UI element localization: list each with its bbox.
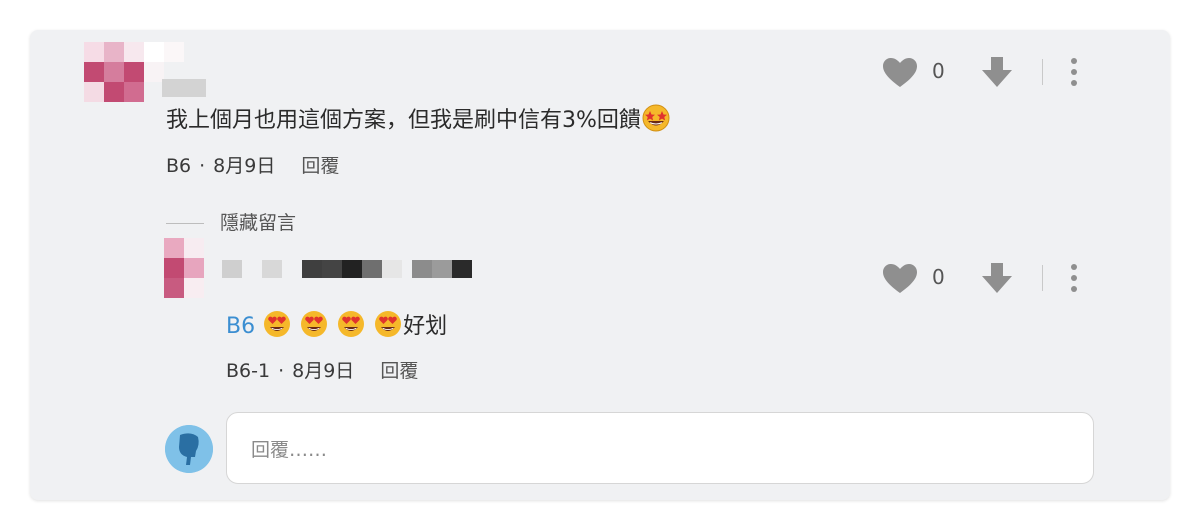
username-redacted[interactable] (222, 260, 482, 278)
mention-link[interactable]: B6 (226, 314, 255, 339)
comment-actions: 0 (882, 55, 1092, 91)
reply-actions: 0 (882, 261, 1092, 297)
comment-thread: 我上個月也用這個方案，但我是刷中信有3%回饋 B6 · 8月9日 回覆 0 隱藏留言 (30, 30, 1170, 500)
current-user-avatar[interactable] (165, 425, 213, 473)
more-vertical-icon[interactable] (1068, 57, 1080, 87)
reply-body: B6 好划 (226, 308, 447, 340)
floor-label: B6-1 (226, 360, 271, 382)
reply-meta: B6-1 · 8月9日 回覆 (226, 356, 418, 383)
comment-body: 我上個月也用這個方案，但我是刷中信有3%回饋 (166, 102, 671, 134)
hidden-comments-label: 隱藏留言 (220, 212, 297, 234)
heart-eyes-emoji (301, 311, 328, 337)
more-vertical-icon[interactable] (1068, 263, 1080, 293)
heart-icon[interactable] (882, 57, 918, 89)
reply-link[interactable]: 回覆 (301, 155, 339, 177)
actions-divider (1042, 59, 1043, 85)
arrow-down-icon[interactable] (980, 55, 1014, 89)
reply-input[interactable]: 回覆…… (226, 412, 1094, 484)
star-struck-emoji (642, 104, 670, 132)
comment-meta: B6 · 8月9日 回覆 (166, 151, 339, 178)
like-count: 0 (932, 265, 945, 289)
avatar[interactable] (164, 238, 224, 302)
toggle-line (166, 223, 204, 224)
reply-input-placeholder: 回覆…… (251, 439, 328, 461)
reply-date: 8月9日 (292, 360, 355, 382)
separator-dot: · (199, 155, 206, 177)
like-count: 0 (932, 59, 945, 83)
arrow-down-icon[interactable] (980, 261, 1014, 295)
reply-link[interactable]: 回覆 (380, 360, 418, 382)
heart-icon[interactable] (882, 263, 918, 295)
comment-text: 我上個月也用這個方案，但我是刷中信有3%回饋 (166, 108, 641, 133)
user-silhouette-icon (165, 425, 213, 473)
reply-text: 好划 (403, 314, 448, 339)
heart-eyes-emoji (338, 311, 365, 337)
username-redacted[interactable] (162, 79, 206, 97)
hidden-comments-toggle[interactable]: 隱藏留言 (166, 208, 296, 235)
floor-label: B6 (166, 155, 192, 177)
separator-dot: · (278, 360, 285, 382)
actions-divider (1042, 265, 1043, 291)
heart-eyes-emoji (264, 311, 291, 337)
comment-date: 8月9日 (213, 155, 276, 177)
heart-eyes-emoji (375, 311, 402, 337)
